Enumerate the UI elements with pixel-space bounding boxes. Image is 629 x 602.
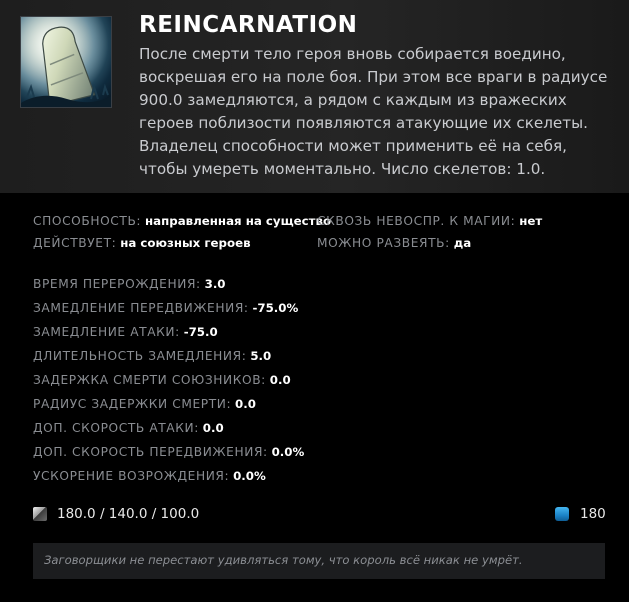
property-label: МОЖНО РАЗВЕЯТЬ: <box>317 236 450 250</box>
ability-title: REINCARNATION <box>139 12 358 38</box>
stat-label: ЗАМЕДЛЕНИЕ ПЕРЕДВИЖЕНИЯ: <box>33 301 249 315</box>
property-label: ДЕЙСТВУЕТ: <box>33 236 117 250</box>
property-value: направленная на существо <box>145 214 332 228</box>
stat-label: ВРЕМЯ ПЕРЕРОЖДЕНИЯ: <box>33 277 201 291</box>
property-affects: ДЕЙСТВУЕТ: на союзных героев <box>33 235 251 251</box>
stat-row-move-slow: ЗАМЕДЛЕНИЕ ПЕРЕДВИЖЕНИЯ: -75.0% <box>33 300 298 316</box>
stat-label: ЗАДЕРЖКА СМЕРТИ СОЮЗНИКОВ: <box>33 373 266 387</box>
stat-label: ЗАМЕДЛЕНИЕ АТАКИ: <box>33 325 180 339</box>
mana-icon <box>555 507 569 521</box>
property-label: СПОСОБНОСТЬ: <box>33 214 142 228</box>
stat-row-slow-duration: ДЛИТЕЛЬНОСТЬ ЗАМЕДЛЕНИЯ: 5.0 <box>33 348 271 364</box>
property-dispellable: МОЖНО РАЗВЕЯТЬ: да <box>317 235 471 251</box>
stat-value: 3.0 <box>204 277 226 291</box>
property-value: нет <box>519 214 543 228</box>
cooldown-icon <box>33 507 47 521</box>
stat-row-attack-slow: ЗАМЕДЛЕНИЕ АТАКИ: -75.0 <box>33 324 218 340</box>
stat-value: 0.0 <box>202 421 224 435</box>
property-value: на союзных героев <box>120 236 251 250</box>
lore-text: Заговорщики не перестают удивляться тому… <box>44 553 523 567</box>
stat-label: РАДИУС ЗАДЕРЖКИ СМЕРТИ: <box>33 397 232 411</box>
lore-box: Заговорщики не перестают удивляться тому… <box>33 543 605 579</box>
ability-costs: 180.0 / 140.0 / 100.0 180 <box>33 506 606 524</box>
stat-label: ДОП. СКОРОСТЬ ПЕРЕДВИЖЕНИЯ: <box>33 445 268 459</box>
property-pierces-immunity: СКВОЗЬ НЕВОСПР. К МАГИИ: нет <box>317 213 542 229</box>
stat-value: 0.0 <box>269 373 291 387</box>
property-ability-type: СПОСОБНОСТЬ: направленная на существо <box>33 213 331 229</box>
cooldown-value: 180.0 / 140.0 / 100.0 <box>57 506 200 522</box>
stat-row-ally-death-delay: ЗАДЕРЖКА СМЕРТИ СОЮЗНИКОВ: 0.0 <box>33 372 291 388</box>
ability-header: REINCARNATION После смерти тело героя вн… <box>0 0 629 193</box>
stat-row-bonus-move-speed: ДОП. СКОРОСТЬ ПЕРЕДВИЖЕНИЯ: 0.0% <box>33 444 304 460</box>
stat-value: -75.0% <box>252 301 299 315</box>
property-label: СКВОЗЬ НЕВОСПР. К МАГИИ: <box>317 214 516 228</box>
ability-description: После смерти тело героя вновь собирается… <box>139 45 608 178</box>
stat-row-bonus-attack-speed: ДОП. СКОРОСТЬ АТАКИ: 0.0 <box>33 420 224 436</box>
stat-value: 5.0 <box>250 349 272 363</box>
stat-row-death-delay-radius: РАДИУС ЗАДЕРЖКИ СМЕРТИ: 0.0 <box>33 396 256 412</box>
mana-cost-value: 180 <box>580 506 606 522</box>
stat-label: ДЛИТЕЛЬНОСТЬ ЗАМЕДЛЕНИЯ: <box>33 349 247 363</box>
stat-value: -75.0 <box>183 325 218 339</box>
stat-label: ДОП. СКОРОСТЬ АТАКИ: <box>33 421 199 435</box>
stat-value: 0.0% <box>271 445 305 459</box>
stat-value: 0.0% <box>233 469 266 483</box>
property-value: да <box>453 236 472 250</box>
stat-row-respawn-reduction: УСКОРЕНИЕ ВОЗРОЖДЕНИЯ: 0.0% <box>33 468 266 484</box>
stat-label: УСКОРЕНИЕ ВОЗРОЖДЕНИЯ: <box>33 469 230 483</box>
reincarnation-tombstone-icon <box>20 16 112 108</box>
stat-row-reincarnation-time: ВРЕМЯ ПЕРЕРОЖДЕНИЯ: 3.0 <box>33 276 226 292</box>
stat-value: 0.0 <box>235 397 256 411</box>
